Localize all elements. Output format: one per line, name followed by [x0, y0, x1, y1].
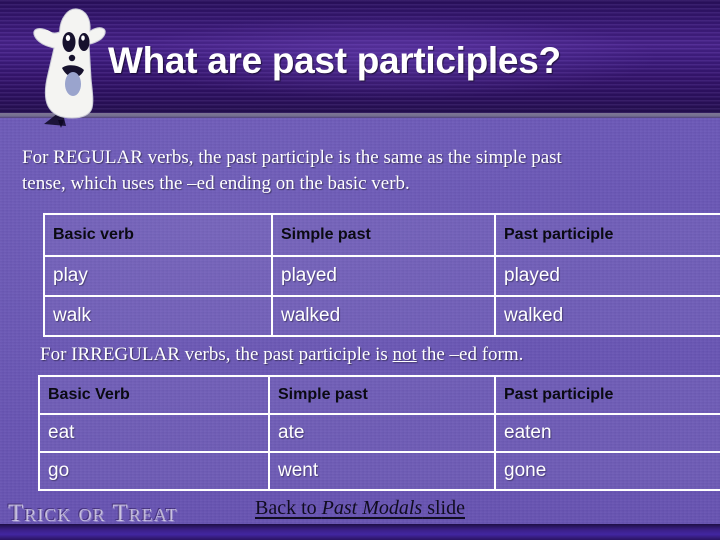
regular-line-1: For REGULAR verbs, the past participle i…	[22, 147, 562, 168]
table-row: eat ate eaten	[38, 413, 720, 453]
cell-simple-past: went	[268, 451, 496, 491]
cell-basic-verb: eat	[38, 413, 270, 453]
cell-past-participle: walked	[494, 295, 720, 337]
irregular-verbs-description: For IRREGULAR verbs, the past participle…	[40, 342, 700, 368]
cell-past-participle: eaten	[494, 413, 720, 453]
regular-verbs-table: Basic verb Simple past Past participle p…	[43, 213, 720, 337]
column-header-basic-verb: Basic verb	[43, 213, 273, 257]
table-row: play played played	[43, 255, 720, 297]
link-prefix-text: Back to	[255, 497, 322, 519]
table-row: walk walked walked	[43, 295, 720, 337]
cell-past-participle: played	[494, 255, 720, 297]
cell-basic-verb: walk	[43, 295, 273, 337]
regular-line-2: tense, which uses the –ed ending on the …	[22, 173, 410, 194]
cell-simple-past: ate	[268, 413, 496, 453]
column-header-past-participle: Past participle	[494, 375, 720, 415]
ghost-icon	[14, 2, 118, 128]
irregular-emphasis-not: not	[392, 344, 417, 365]
cell-simple-past: played	[271, 255, 496, 297]
cell-basic-verb: go	[38, 451, 270, 491]
cell-basic-verb: play	[43, 255, 273, 297]
cell-simple-past: walked	[271, 295, 496, 337]
regular-verbs-description: For REGULAR verbs, the past participle i…	[22, 145, 706, 197]
column-header-basic-verb: Basic Verb	[38, 375, 270, 415]
column-header-simple-past: Simple past	[268, 375, 496, 415]
table-header-row: Basic verb Simple past Past participle	[43, 213, 720, 257]
column-header-simple-past: Simple past	[271, 213, 496, 257]
irregular-text-after: the –ed form.	[416, 344, 524, 365]
column-header-past-participle: Past participle	[494, 213, 720, 257]
table-row: go went gone	[38, 451, 720, 491]
cell-past-participle: gone	[494, 451, 720, 491]
slide-canvas: What are past participles? For REGULAR v…	[0, 0, 720, 540]
table-header-row: Basic Verb Simple past Past participle	[38, 375, 720, 415]
irregular-text-before: For IRREGULAR verbs, the past participle…	[40, 344, 393, 365]
page-title: What are past participles?	[108, 40, 561, 81]
link-italic-text: Past Modals	[321, 497, 423, 519]
link-suffix-text: slide	[422, 497, 465, 519]
irregular-verbs-table: Basic Verb Simple past Past participle e…	[38, 375, 720, 491]
bottom-accent-strip	[0, 524, 720, 540]
